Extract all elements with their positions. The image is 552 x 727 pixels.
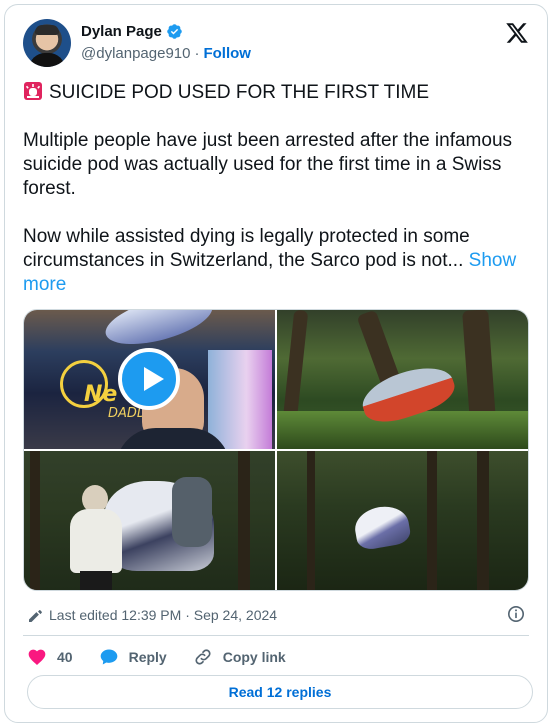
- author-handle[interactable]: @dylanpage910: [81, 45, 190, 62]
- x-logo-icon[interactable]: [505, 21, 529, 45]
- verified-badge-icon: [167, 24, 182, 39]
- tweet-headline: SUICIDE POD USED FOR THE FIRST TIME: [49, 82, 430, 103]
- like-count: 40: [57, 649, 73, 665]
- tweet-paragraph-1: Multiple people have just been arrested …: [23, 130, 513, 199]
- author-handle-row: @dylanpage910 · Follow: [81, 45, 251, 62]
- last-edited-timestamp[interactable]: Last edited 12:39 PM · Sep 24, 2024: [49, 607, 277, 623]
- link-icon: [195, 649, 211, 665]
- like-button[interactable]: 40: [27, 647, 73, 667]
- read-replies-button[interactable]: Read 12 replies: [27, 675, 533, 709]
- tweet-headline-line: SUICIDE POD USED FOR THE FIRST TIME: [23, 81, 531, 105]
- tweet-header: Dylan Page @dylanpage910 · Follow: [23, 19, 529, 71]
- tweet-paragraph-2-text: Now while assisted dying is legally prot…: [23, 226, 470, 271]
- media-photo-pod-forest[interactable]: [277, 310, 528, 449]
- tweet-actions: 40 Reply Copy link: [27, 645, 312, 669]
- media-photo-woman-pod[interactable]: [24, 451, 275, 590]
- separator-dot: ·: [194, 45, 200, 62]
- tweet-paragraph-2: Now while assisted dying is legally prot…: [23, 225, 531, 297]
- thumbnail-news-text: Ne: [84, 382, 118, 407]
- reply-button[interactable]: Reply: [99, 647, 167, 667]
- media-photo-pod-woods[interactable]: [277, 451, 528, 590]
- media-grid: Ne DADD: [23, 309, 529, 591]
- heart-icon: [28, 649, 46, 665]
- pencil-icon: [29, 610, 42, 622]
- tweet-text: SUICIDE POD USED FOR THE FIRST TIME Mult…: [23, 81, 531, 321]
- author-name[interactable]: Dylan Page: [81, 23, 162, 40]
- author-name-row: Dylan Page: [81, 23, 183, 40]
- divider: [23, 635, 529, 636]
- info-icon[interactable]: [507, 605, 525, 623]
- follow-button[interactable]: Follow: [203, 45, 251, 62]
- reply-bubble-icon: [100, 649, 117, 665]
- copy-link-label: Copy link: [222, 649, 286, 665]
- tweet-card: Dylan Page @dylanpage910 · Follow SUICID…: [4, 4, 548, 723]
- tweet-meta: Last edited 12:39 PM · Sep 24, 2024: [27, 605, 527, 625]
- reply-label: Reply: [128, 649, 167, 665]
- avatar[interactable]: [23, 19, 71, 67]
- play-icon[interactable]: [118, 348, 180, 410]
- siren-icon: [24, 82, 42, 100]
- copy-link-button[interactable]: Copy link: [193, 647, 286, 667]
- video-thumbnail[interactable]: Ne DADD: [24, 310, 275, 449]
